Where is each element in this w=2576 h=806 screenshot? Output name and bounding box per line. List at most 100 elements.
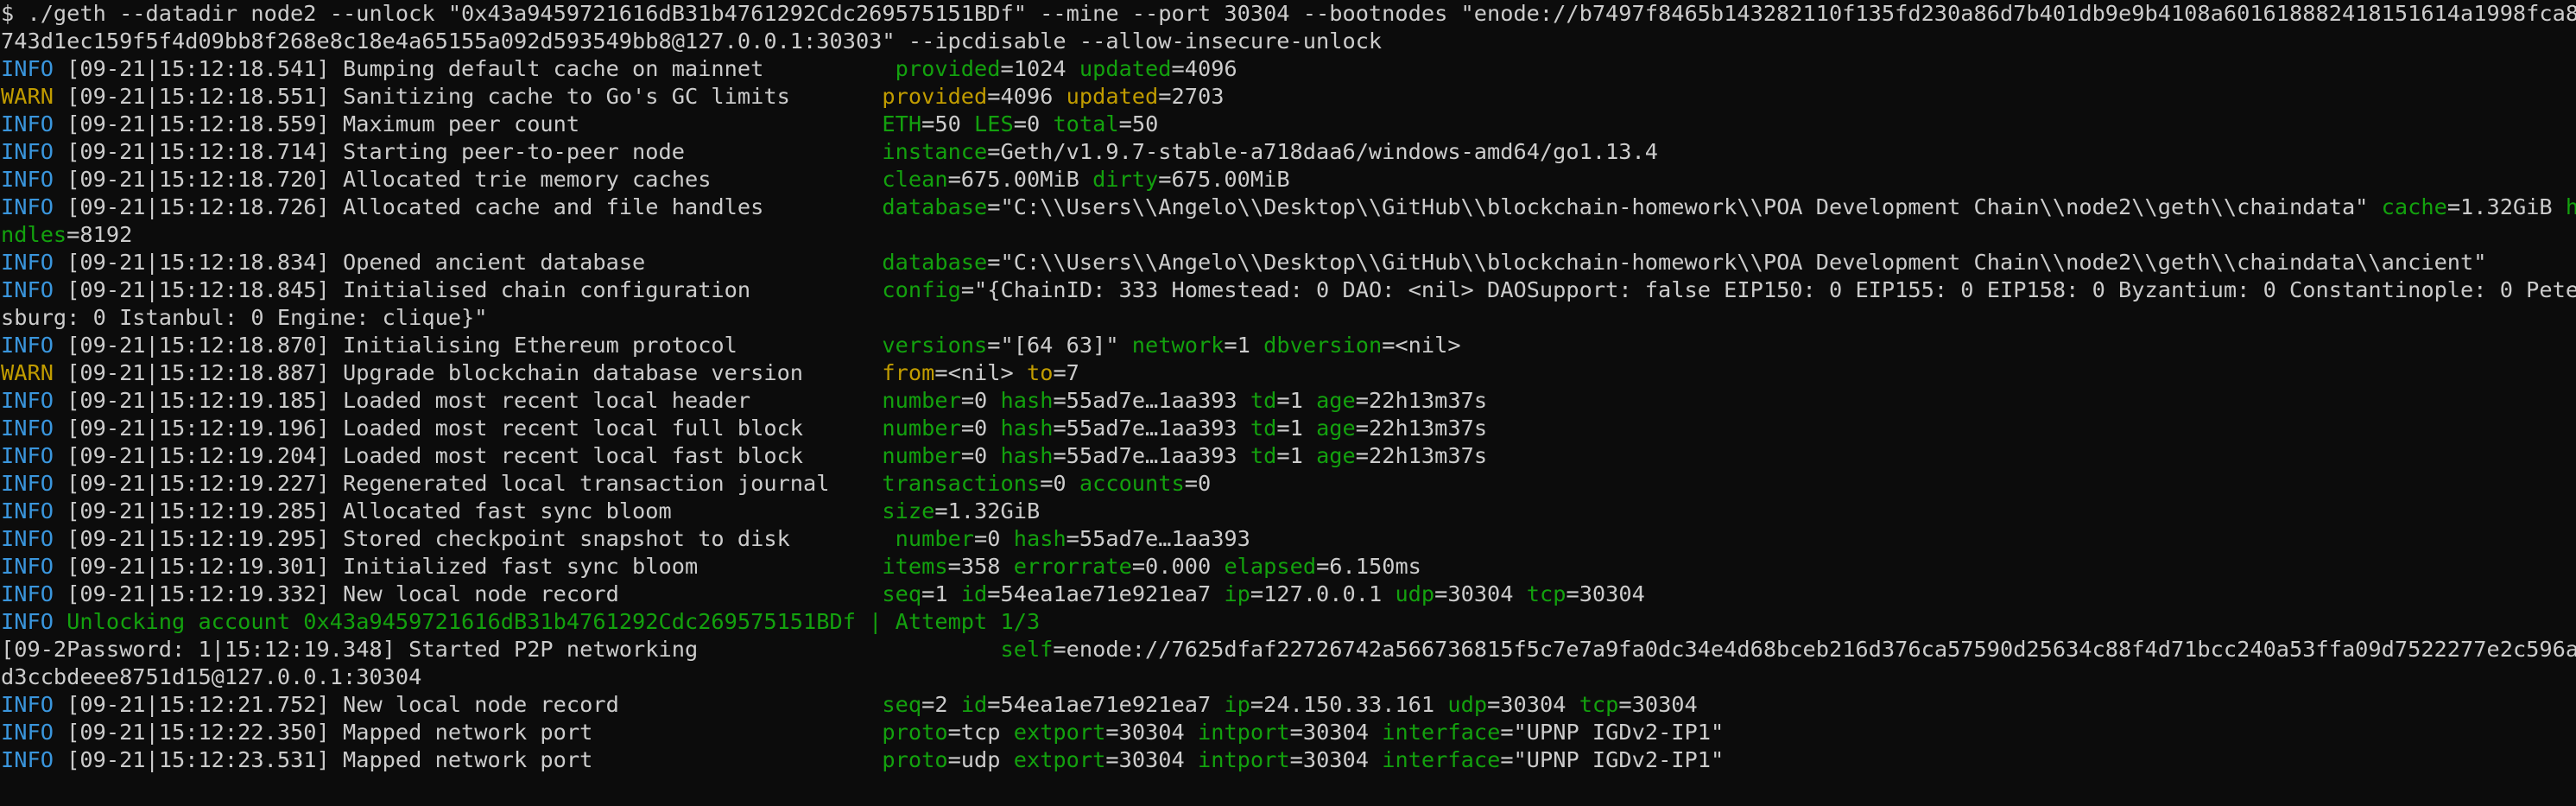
log-text: [09-21|15:12:18.726] Allocated cache and… bbox=[66, 194, 883, 219]
log-field-key: number bbox=[882, 443, 961, 468]
log-field-key: instance bbox=[882, 139, 988, 164]
log-text: =1 bbox=[1276, 388, 1317, 413]
log-text: =22h13m37s bbox=[1355, 416, 1488, 441]
terminal-line: INFO Unlocking account 0x43a9459721616dB… bbox=[1, 608, 2576, 636]
log-text: =<nil> bbox=[1382, 333, 1461, 358]
log-text: ="C:\\Users\\Angelo\\Desktop\\GitHub\\bl… bbox=[987, 250, 2487, 275]
log-level-info: INFO bbox=[1, 250, 67, 275]
log-text: [09-21|15:12:18.541] Bumping default cac… bbox=[66, 56, 896, 81]
log-field-key: self bbox=[1000, 637, 1054, 662]
log-level-info: INFO bbox=[1, 471, 67, 496]
log-field-key: intport bbox=[1197, 747, 1290, 772]
terminal-line: INFO [09-21|15:12:18.559] Maximum peer c… bbox=[1, 111, 2576, 138]
log-field-key: td bbox=[1250, 388, 1277, 413]
log-text: =30304 bbox=[1105, 747, 1198, 772]
log-field-key: accounts bbox=[1079, 471, 1185, 496]
log-field-key: from bbox=[882, 360, 935, 385]
log-text: =1 bbox=[1224, 333, 1264, 358]
log-field-key: network bbox=[1131, 333, 1225, 358]
log-text: =675.00MiB bbox=[1158, 167, 1290, 192]
log-level-info: INFO bbox=[1, 277, 67, 302]
log-field-key: number bbox=[882, 388, 961, 413]
log-text: =4096 bbox=[1171, 56, 1237, 81]
log-text: =1 bbox=[1276, 416, 1317, 441]
log-text: [09-21|15:12:23.531] Mapped network port bbox=[66, 747, 883, 772]
log-field-key: age bbox=[1316, 443, 1356, 468]
log-level-info: INFO bbox=[1, 720, 67, 745]
log-text: =2 bbox=[921, 692, 961, 717]
log-field-key: hash bbox=[1013, 526, 1066, 551]
log-text: ="UPNP IGDv2-IP1" bbox=[1500, 720, 1725, 745]
log-text: =30304 bbox=[1487, 692, 1579, 717]
terminal-line: INFO [09-21|15:12:18.726] Allocated cach… bbox=[1, 194, 2576, 221]
log-field-key: database bbox=[882, 250, 988, 275]
log-level-info: INFO bbox=[1, 526, 67, 551]
terminal-line: sburg: 0 Istanbul: 0 Engine: clique}" bbox=[1, 304, 2576, 332]
log-text: sburg: 0 Istanbul: 0 Engine: clique}" bbox=[1, 305, 488, 330]
log-field-key: transactions bbox=[882, 471, 1041, 496]
log-field-key: intport bbox=[1197, 720, 1290, 745]
terminal-line: INFO [09-21|15:12:23.531] Mapped network… bbox=[1, 746, 2576, 774]
terminal-window[interactable]: $ ./geth --datadir node2 --unlock "0x43a… bbox=[0, 0, 2576, 806]
log-field-key: number bbox=[895, 526, 975, 551]
terminal-line: INFO [09-21|15:12:19.185] Loaded most re… bbox=[1, 387, 2576, 415]
log-text: [09-21|15:12:18.559] Maximum peer count bbox=[66, 111, 883, 136]
log-text: [09-21|15:12:18.720] Allocated trie memo… bbox=[66, 167, 883, 192]
log-field-key: updated bbox=[1079, 56, 1172, 81]
log-field-key: total bbox=[1053, 111, 1119, 136]
log-level-info: INFO bbox=[1, 692, 67, 717]
log-field-key: ETH bbox=[882, 111, 922, 136]
log-text: =22h13m37s bbox=[1355, 443, 1488, 468]
terminal-line: INFO [09-21|15:12:19.204] Loaded most re… bbox=[1, 442, 2576, 470]
log-text: =0 bbox=[960, 443, 1001, 468]
log-text: ="{ChainID: 333 Homestead: 0 DAO: <nil> … bbox=[960, 277, 2576, 302]
log-text: [09-21|15:12:18.887] Upgrade blockchain … bbox=[66, 360, 883, 385]
log-field-key: proto bbox=[882, 747, 948, 772]
log-text: =30304 bbox=[1434, 581, 1527, 606]
log-field-key: interface bbox=[1382, 747, 1501, 772]
log-text: [09-21|15:12:18.551] Sanitizing cache to… bbox=[66, 84, 883, 109]
log-text: =0 bbox=[974, 526, 1014, 551]
log-field-key: hash bbox=[1000, 443, 1054, 468]
log-text: =50 bbox=[1118, 111, 1159, 136]
log-text: =0 bbox=[1013, 111, 1054, 136]
log-text: [09-21|15:12:19.185] Loaded most recent … bbox=[66, 388, 883, 413]
log-level-info: INFO bbox=[1, 333, 67, 358]
log-text: =1 bbox=[1276, 443, 1317, 468]
log-field-key: LES bbox=[974, 111, 1014, 136]
log-text: [09-21|15:12:19.204] Loaded most recent … bbox=[66, 443, 883, 468]
log-field-key: tcp bbox=[1526, 581, 1566, 606]
log-level-info: INFO bbox=[1, 111, 67, 136]
log-field-key: clean bbox=[882, 167, 948, 192]
log-field-key: to bbox=[1026, 360, 1054, 385]
log-field-key: provided bbox=[895, 56, 1001, 81]
log-text: [09-21|15:12:18.870] Initialising Ethere… bbox=[66, 333, 883, 358]
log-text: =0 bbox=[960, 416, 1001, 441]
terminal-line: INFO [09-21|15:12:22.350] Mapped network… bbox=[1, 719, 2576, 746]
terminal-line: ndles=8192 bbox=[1, 221, 2576, 249]
log-field-key: provided bbox=[882, 84, 988, 109]
log-text: =54ea1ae71e921ea7 bbox=[987, 581, 1225, 606]
log-text: =0.000 bbox=[1131, 554, 1225, 579]
log-text: =30304 bbox=[1289, 720, 1383, 745]
log-text: =30304 bbox=[1105, 720, 1198, 745]
log-field-key: versions bbox=[882, 333, 988, 358]
terminal-line: INFO [09-21|15:12:19.295] Stored checkpo… bbox=[1, 525, 2576, 553]
log-field-key: cache bbox=[2381, 194, 2447, 219]
log-field-key: proto bbox=[882, 720, 948, 745]
log-text: =1 bbox=[921, 581, 961, 606]
terminal-line: INFO [09-21|15:12:19.227] Regenerated lo… bbox=[1, 470, 2576, 498]
terminal-line: INFO [09-21|15:12:18.720] Allocated trie… bbox=[1, 166, 2576, 194]
log-text: [09-21|15:12:19.285] Allocated fast sync… bbox=[66, 498, 883, 524]
log-text: ="C:\\Users\\Angelo\\Desktop\\GitHub\\bl… bbox=[987, 194, 2382, 219]
log-text: =2703 bbox=[1158, 84, 1225, 109]
log-level-info: INFO bbox=[1, 167, 67, 192]
log-field-key: id bbox=[960, 692, 988, 717]
log-text: [09-21|15:12:22.350] Mapped network port bbox=[66, 720, 883, 745]
log-text: =7 bbox=[1053, 360, 1079, 385]
log-text: =1024 bbox=[1000, 56, 1079, 81]
log-field-key: age bbox=[1316, 388, 1356, 413]
terminal-line: INFO [09-21|15:12:19.301] Initialized fa… bbox=[1, 553, 2576, 581]
log-field-key: dirty bbox=[1092, 167, 1159, 192]
log-level-info: INFO bbox=[1, 416, 67, 441]
